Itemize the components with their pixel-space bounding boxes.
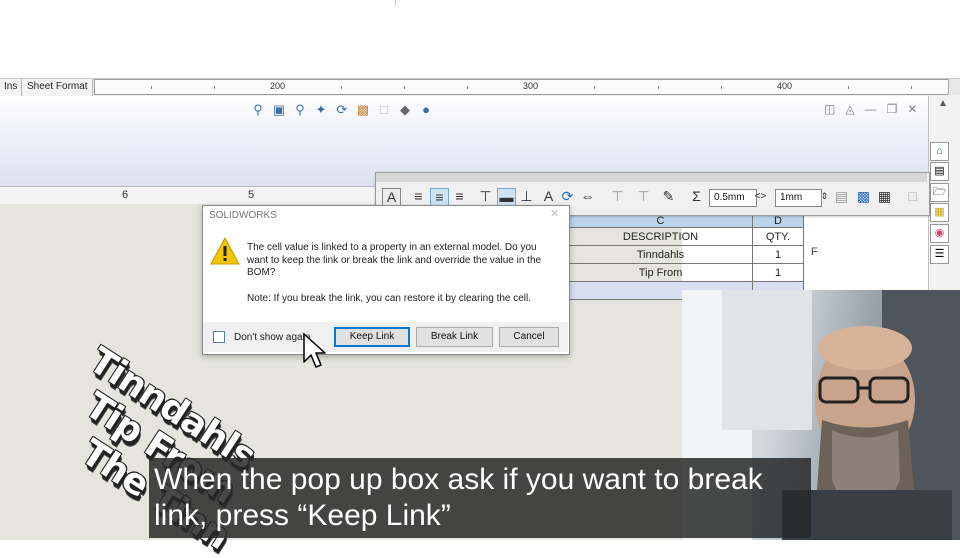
scene-icon[interactable]: ● [418, 102, 434, 118]
checkbox-label[interactable]: Don't show again [234, 332, 310, 343]
rotate-icon[interactable]: ⟳ [334, 102, 350, 118]
split-cells-icon[interactable]: □ [904, 188, 921, 205]
sheet-zone-ruler: 6 5 [0, 186, 380, 205]
ruler-tick [721, 86, 722, 89]
refresh-icon[interactable]: ⟳ [559, 188, 576, 205]
file-explorer-icon[interactable]: 🗁 [930, 183, 949, 202]
ruler-label: 300 [523, 81, 539, 91]
insert-column-icon[interactable]: ⊤ [635, 188, 652, 205]
cancel-button[interactable]: Cancel [499, 327, 559, 347]
bom-cell-description[interactable]: Tinndahls [568, 245, 753, 264]
close-icon[interactable]: ✕ [550, 207, 559, 220]
column-letter[interactable]: C [568, 214, 753, 228]
ruler-tick [658, 86, 659, 89]
ruler-tick [848, 86, 849, 89]
bom-header-qty[interactable]: QTY. [752, 227, 804, 246]
text-format-icon[interactable]: A [540, 188, 557, 205]
design-library-icon[interactable]: ▤ [930, 162, 949, 181]
row-letter: F [811, 246, 818, 258]
ruler-label: 400 [777, 81, 793, 91]
zoom-previous-icon[interactable]: ⚲ [292, 102, 308, 118]
minimize-icon[interactable]: — [865, 102, 877, 116]
subtitle-text: When the pop up box ask if you want to b… [154, 463, 763, 532]
line-width-input[interactable]: 0.5mm [709, 189, 757, 207]
zone-label: 6 [122, 189, 129, 201]
dialog-title: SOLIDWORKS [209, 210, 277, 221]
align-bottom-icon[interactable]: ⊥ [518, 188, 535, 205]
insert-row-icon[interactable]: ⊤ [609, 188, 626, 205]
break-link-button[interactable]: Break Link [416, 327, 493, 347]
heads-up-view-toolbar: ⚲ ▣ ⚲ ✦ ⟳ ▩ □ ◆ ● [250, 100, 434, 120]
align-top-icon[interactable]: ⊤ [477, 188, 494, 205]
tab-ins[interactable]: Ins [0, 79, 23, 96]
bom-table[interactable]: C D DESCRIPTION QTY. Tinndahls 1 Tip Fro… [568, 214, 804, 300]
horizontal-ruler: 200 300 400 [94, 79, 950, 95]
copy-format-icon[interactable]: ▤ [833, 188, 850, 205]
view-palette-icon[interactable]: ▦ [930, 203, 949, 222]
tile-left-icon[interactable]: ◫ [824, 102, 835, 116]
keep-link-button[interactable]: Keep Link [334, 327, 410, 347]
table-icon[interactable]: ▦ [876, 188, 893, 205]
toolbar-drag-handle[interactable] [376, 173, 927, 182]
column-letter[interactable]: D [752, 214, 804, 228]
custom-properties-icon[interactable]: ☰ [930, 245, 949, 264]
spinner-icon[interactable]: ⇕ [816, 188, 833, 205]
ruler-tick [467, 86, 468, 89]
ruler-tick [341, 86, 342, 89]
chevron-up-icon[interactable]: ▲ [938, 98, 948, 109]
ruler-tick [151, 86, 152, 89]
ruler-tick [214, 86, 215, 89]
dialog-note: Note: If you break the link, you can res… [247, 293, 532, 304]
zoom-to-fit-icon[interactable]: ⚲ [250, 102, 266, 118]
align-left-icon[interactable]: ≡ [410, 188, 427, 205]
appearances-icon[interactable]: ◉ [930, 224, 949, 243]
pan-icon[interactable]: ✦ [313, 102, 329, 118]
bom-header-description[interactable]: DESCRIPTION [568, 227, 753, 246]
warning-icon [210, 236, 240, 265]
window-controls: ◫ ◬ — ❐ ✕ [824, 102, 917, 116]
sum-icon[interactable]: Σ [688, 188, 705, 205]
tab-sheet-format[interactable]: Sheet Format [23, 79, 93, 96]
divider [395, 0, 396, 6]
format-painter-icon[interactable]: ✎ [660, 188, 677, 205]
align-right-icon[interactable]: ≡ [451, 188, 468, 205]
ruler-tick [594, 86, 595, 89]
spacing-arrows-icon[interactable]: <> [752, 188, 769, 205]
zoom-area-icon[interactable]: ▣ [271, 102, 287, 118]
mouse-cursor-icon [303, 333, 326, 368]
hide-show-icon[interactable]: □ [376, 102, 392, 118]
restore-icon[interactable]: ❐ [887, 102, 898, 116]
spacing-input[interactable]: 1mm [775, 189, 822, 207]
fit-cell-icon[interactable]: ⇔ [579, 188, 596, 205]
view-orientation-icon[interactable]: ◆ [397, 102, 413, 118]
top-blank-area [0, 0, 960, 78]
dont-show-again-checkbox[interactable] [213, 331, 225, 343]
tile-right-icon[interactable]: ◬ [845, 102, 854, 116]
home-icon[interactable]: ⌂ [930, 142, 949, 161]
merge-cells-icon[interactable]: ▩ [855, 188, 872, 205]
bom-cell-description[interactable]: Tip From [568, 263, 753, 282]
ruler-tick [404, 86, 405, 89]
zone-label: 5 [248, 189, 255, 201]
scroll-right-button[interactable] [948, 79, 960, 95]
ruler-label: 200 [270, 81, 286, 91]
bom-cell-qty[interactable]: 1 [752, 245, 804, 264]
display-style-icon[interactable]: ▩ [355, 102, 371, 118]
dialog-message: The cell value is linked to a property i… [247, 242, 542, 278]
ruler-tick [911, 86, 912, 89]
bom-cell-qty[interactable]: 1 [752, 263, 804, 282]
close-icon[interactable]: ✕ [907, 102, 917, 116]
